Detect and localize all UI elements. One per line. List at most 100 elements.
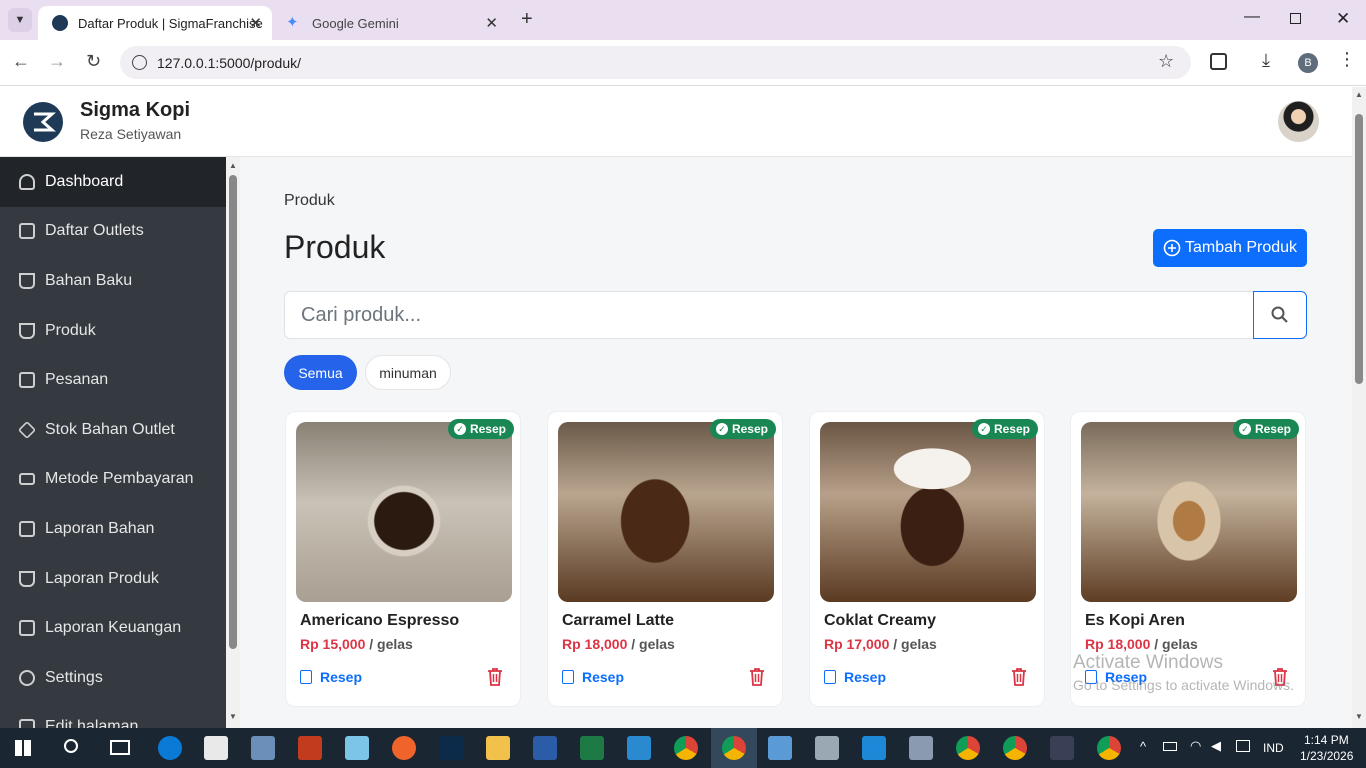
- check-circle-icon: ✓: [1238, 423, 1251, 435]
- language-indicator[interactable]: IND: [1263, 741, 1284, 755]
- sidebar-item-stok-bahan-outlet[interactable]: Stok Bahan Outlet: [0, 405, 226, 455]
- reload-icon[interactable]: ↻: [86, 51, 101, 72]
- taskbar: ^ ◠ ◀ IND 1:14 PM 1/23/2026: [0, 728, 1366, 768]
- photoshop-icon[interactable]: [439, 736, 463, 760]
- chrome-icon[interactable]: [1003, 736, 1027, 760]
- scroll-up-arrow-icon[interactable]: ▲: [229, 161, 237, 170]
- sidebar-item-daftar-outlets[interactable]: Daftar Outlets: [0, 206, 226, 256]
- delete-button[interactable]: [748, 667, 766, 692]
- restore-window-icon[interactable]: [1290, 13, 1301, 24]
- sidebar-item-bahan-baku[interactable]: Bahan Baku: [0, 256, 226, 306]
- search-icon: [1271, 306, 1288, 323]
- add-product-button[interactable]: Tambah Produk: [1153, 229, 1307, 267]
- chrome-icon[interactable]: [722, 736, 746, 760]
- product-card: ✓ Resep Coklat Creamy Rp 17,000 / gelas R…: [809, 411, 1045, 707]
- breadcrumb[interactable]: Produk: [284, 192, 335, 210]
- action-center-icon[interactable]: [1350, 728, 1366, 768]
- product-card: ✓ Resep Carramel Latte Rp 18,000 / gelas …: [547, 411, 783, 707]
- windows-start-icon[interactable]: [15, 740, 31, 756]
- firefox-icon[interactable]: [392, 736, 416, 760]
- scroll-down-arrow-icon[interactable]: ▼: [1355, 712, 1363, 721]
- app-icon[interactable]: [298, 736, 322, 760]
- clock-date[interactable]: 1/23/2026: [1300, 749, 1353, 763]
- tab-google-gemini[interactable]: ✦ Google Gemini ✕: [272, 6, 508, 40]
- product-name: Americano Espresso: [300, 612, 460, 629]
- extensions-icon[interactable]: [1210, 53, 1227, 70]
- app-icon[interactable]: [909, 736, 933, 760]
- app-icon[interactable]: [815, 736, 839, 760]
- scroll-up-arrow-icon[interactable]: ▲: [1355, 90, 1363, 99]
- clock-time[interactable]: 1:14 PM: [1304, 733, 1349, 747]
- tab-search-icon[interactable]: ▼: [8, 8, 32, 32]
- recipe-link[interactable]: Resep: [300, 669, 362, 685]
- product-name: Carramel Latte: [562, 612, 675, 629]
- sidebar-item-produk[interactable]: Produk: [0, 306, 226, 356]
- sidebar-item-pesanan[interactable]: Pesanan: [0, 355, 226, 405]
- forward-arrow-icon[interactable]: →: [48, 51, 66, 72]
- app-icon[interactable]: [768, 736, 792, 760]
- recipe-link[interactable]: Resep: [562, 669, 624, 685]
- tab-daftar-produk[interactable]: Daftar Produk | SigmaFranchise ✕: [38, 6, 272, 40]
- minimize-window-icon[interactable]: —: [1244, 8, 1260, 26]
- search-field[interactable]: [284, 291, 1254, 339]
- close-tab-icon[interactable]: ✕: [485, 14, 498, 32]
- owner-name: Reza Setiyawan: [80, 126, 182, 142]
- filter-chip-semua[interactable]: Semua: [284, 355, 357, 390]
- close-window-icon[interactable]: ✕: [1336, 9, 1350, 29]
- filter-chip-minuman[interactable]: minuman: [365, 355, 451, 390]
- sidebar-item-edit-halaman[interactable]: Edit halaman: [0, 702, 226, 728]
- sidebar-item-laporan-keuangan[interactable]: Laporan Keuangan: [0, 603, 226, 653]
- volume-icon[interactable]: ◀: [1211, 738, 1221, 754]
- chrome-icon[interactable]: [674, 736, 698, 760]
- document-icon: [300, 670, 312, 684]
- product-image: [1081, 422, 1297, 602]
- site-info-icon[interactable]: [132, 55, 147, 70]
- bookmark-star-icon[interactable]: ☆: [1158, 51, 1174, 72]
- new-tab-icon[interactable]: +: [521, 8, 533, 31]
- trash-icon: [488, 668, 502, 686]
- notification-message-icon[interactable]: [1236, 740, 1250, 752]
- search-icon[interactable]: [64, 739, 78, 753]
- store-icon[interactable]: [204, 736, 228, 760]
- sidebar-item-dashboard[interactable]: Dashboard: [0, 157, 226, 207]
- chrome-icon[interactable]: [1097, 736, 1121, 760]
- chrome-icon[interactable]: [956, 736, 980, 760]
- sidebar-item-laporan-bahan[interactable]: Laporan Bahan: [0, 504, 226, 554]
- sidebar-item-laporan-produk[interactable]: Laporan Produk: [0, 554, 226, 604]
- app-icon[interactable]: [345, 736, 369, 760]
- cup-icon: [19, 571, 35, 587]
- file-explorer-icon[interactable]: [486, 736, 510, 760]
- task-view-icon[interactable]: [110, 740, 130, 755]
- address-bar[interactable]: 127.0.0.1:5000/produk/ ☆: [120, 46, 1191, 79]
- word-icon[interactable]: [533, 736, 557, 760]
- sidebar-scroll-thumb[interactable]: [229, 175, 237, 649]
- document-icon: [824, 670, 836, 684]
- download-icon[interactable]: ⤓: [1262, 50, 1270, 71]
- close-tab-icon[interactable]: ✕: [249, 14, 262, 32]
- tray-chevron-icon[interactable]: ^: [1140, 739, 1146, 754]
- scroll-down-arrow-icon[interactable]: ▼: [229, 712, 237, 721]
- battery-icon[interactable]: [1163, 742, 1177, 751]
- sidebar-item-settings[interactable]: Settings: [0, 653, 226, 703]
- sidebar-item-metode-pembayaran[interactable]: Metode Pembayaran: [0, 454, 226, 504]
- recipe-link[interactable]: Resep: [824, 669, 886, 685]
- excel-icon[interactable]: [580, 736, 604, 760]
- search-input[interactable]: [285, 292, 1253, 338]
- user-avatar[interactable]: [1278, 101, 1319, 142]
- browser-menu-icon[interactable]: ⋮: [1338, 49, 1356, 70]
- page-scroll-thumb[interactable]: [1355, 114, 1363, 384]
- delete-button[interactable]: [1010, 667, 1028, 692]
- search-button[interactable]: [1253, 291, 1307, 339]
- delete-button[interactable]: [486, 667, 504, 692]
- edge-icon[interactable]: [158, 736, 182, 760]
- document-icon: [562, 670, 574, 684]
- brand-logo: [23, 102, 63, 142]
- profile-avatar[interactable]: B: [1298, 53, 1318, 73]
- app-icon[interactable]: [251, 736, 275, 760]
- vscode-icon[interactable]: [862, 736, 886, 760]
- recipe-badge: ✓ Resep: [971, 419, 1038, 439]
- wifi-icon[interactable]: ◠: [1190, 738, 1201, 754]
- back-arrow-icon[interactable]: ←: [12, 51, 30, 72]
- app-icon[interactable]: [1050, 736, 1074, 760]
- app-icon[interactable]: [627, 736, 651, 760]
